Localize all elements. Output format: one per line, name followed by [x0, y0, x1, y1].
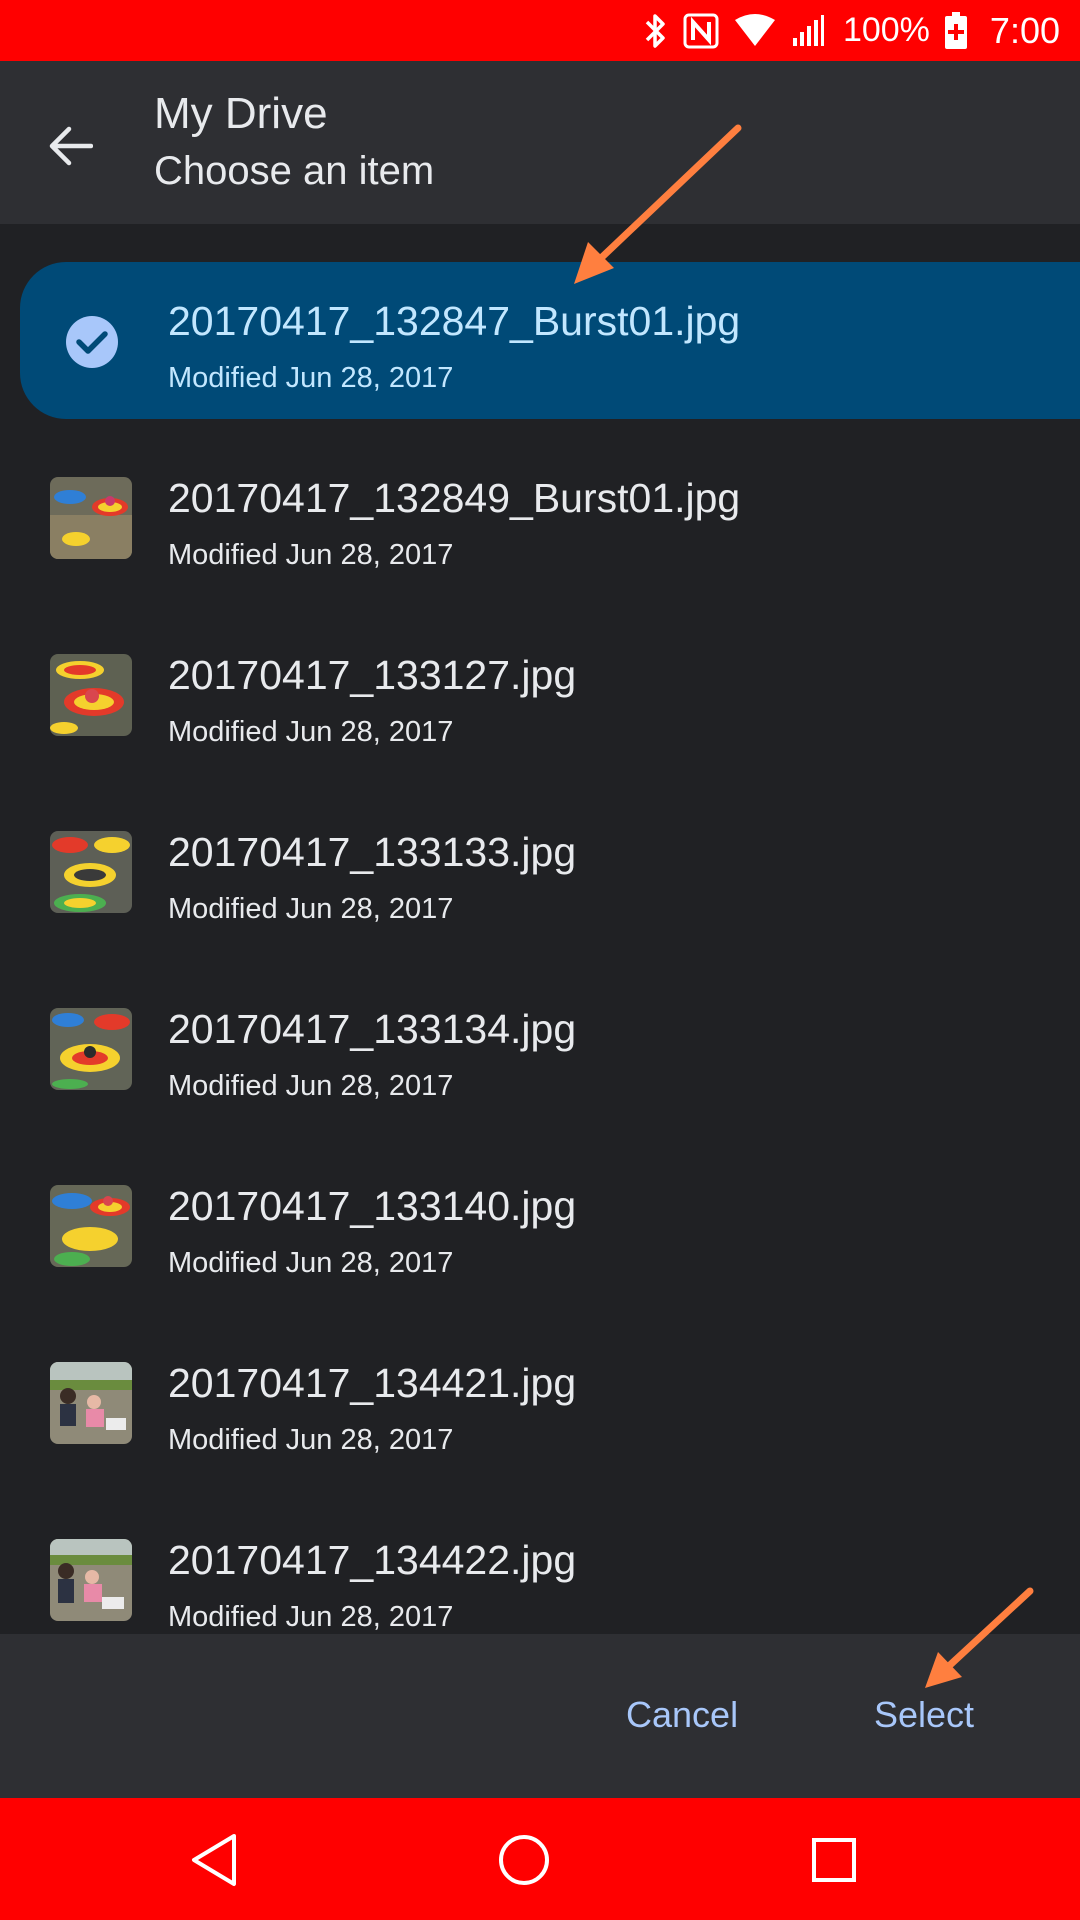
file-name: 20170417_132847_Burst01.jpg	[168, 298, 741, 344]
triangle-back-icon	[192, 1834, 236, 1886]
nav-back-button[interactable]	[178, 1824, 250, 1896]
wifi-icon	[733, 13, 777, 48]
image-thumbnail	[50, 1008, 132, 1090]
file-modified: Modified Jun 28, 2017	[168, 362, 454, 394]
file-modified: Modified Jun 28, 2017	[168, 1247, 454, 1279]
back-button[interactable]	[30, 106, 110, 186]
file-name: 20170417_133133.jpg	[168, 829, 577, 875]
image-thumbnail	[50, 1539, 132, 1621]
file-row[interactable]: 20170417_132849_Burst01.jpg Modified Jun…	[0, 439, 1080, 596]
image-thumbnail	[50, 477, 132, 559]
check-circle-icon	[65, 315, 119, 374]
image-thumbnail	[50, 831, 132, 913]
file-modified: Modified Jun 28, 2017	[168, 893, 454, 925]
file-row[interactable]: 20170417_134421.jpg Modified Jun 28, 201…	[0, 1324, 1080, 1481]
select-button[interactable]: Select	[860, 1684, 988, 1746]
file-row[interactable]: 20170417_133134.jpg Modified Jun 28, 201…	[0, 970, 1080, 1127]
arrow-back-icon	[49, 126, 93, 166]
file-name: 20170417_134422.jpg	[168, 1537, 577, 1583]
nfc-icon	[683, 13, 719, 49]
status-bar: 100% 7:00	[0, 0, 1080, 61]
file-name: 20170417_133127.jpg	[168, 652, 577, 698]
cancel-button[interactable]: Cancel	[612, 1684, 752, 1746]
file-modified: Modified Jun 28, 2017	[168, 539, 454, 571]
navigation-bar	[0, 1798, 1080, 1920]
battery-charging-icon	[944, 11, 968, 50]
battery-percent: 100%	[842, 11, 930, 49]
file-name: 20170417_133140.jpg	[168, 1183, 577, 1229]
file-list[interactable]: 20170417_132847_Burst01.jpg Modified Jun…	[0, 224, 1080, 1634]
image-thumbnail	[50, 1185, 132, 1267]
file-modified: Modified Jun 28, 2017	[168, 1070, 454, 1102]
file-row[interactable]: 20170417_133127.jpg Modified Jun 28, 201…	[0, 616, 1080, 773]
nav-home-button[interactable]	[488, 1824, 560, 1896]
circle-home-icon	[499, 1835, 549, 1885]
app-subtitle: Choose an item	[154, 149, 435, 193]
file-row[interactable]: 20170417_133140.jpg Modified Jun 28, 201…	[0, 1147, 1080, 1304]
file-modified: Modified Jun 28, 2017	[168, 1601, 454, 1633]
file-name: 20170417_134421.jpg	[168, 1360, 577, 1406]
file-modified: Modified Jun 28, 2017	[168, 716, 454, 748]
square-recents-icon	[812, 1838, 856, 1882]
nav-recents-button[interactable]	[798, 1824, 870, 1896]
app-title: My Drive	[154, 89, 328, 138]
image-thumbnail	[50, 1362, 132, 1444]
signal-icon	[791, 14, 825, 48]
file-row-selected[interactable]: 20170417_132847_Burst01.jpg Modified Jun…	[20, 262, 1080, 419]
file-row[interactable]: 20170417_133133.jpg Modified Jun 28, 201…	[0, 793, 1080, 950]
bluetooth-icon	[643, 13, 669, 49]
image-thumbnail	[50, 654, 132, 736]
file-name: 20170417_133134.jpg	[168, 1006, 577, 1052]
file-row[interactable]: 20170417_134422.jpg Modified Jun 28, 201…	[0, 1501, 1080, 1634]
file-name: 20170417_132849_Burst01.jpg	[168, 475, 741, 521]
clock: 7:00	[989, 9, 1060, 51]
file-modified: Modified Jun 28, 2017	[168, 1424, 454, 1456]
app-bar: My Drive Choose an item	[0, 61, 1080, 224]
action-bar: Cancel Select	[0, 1634, 1080, 1798]
